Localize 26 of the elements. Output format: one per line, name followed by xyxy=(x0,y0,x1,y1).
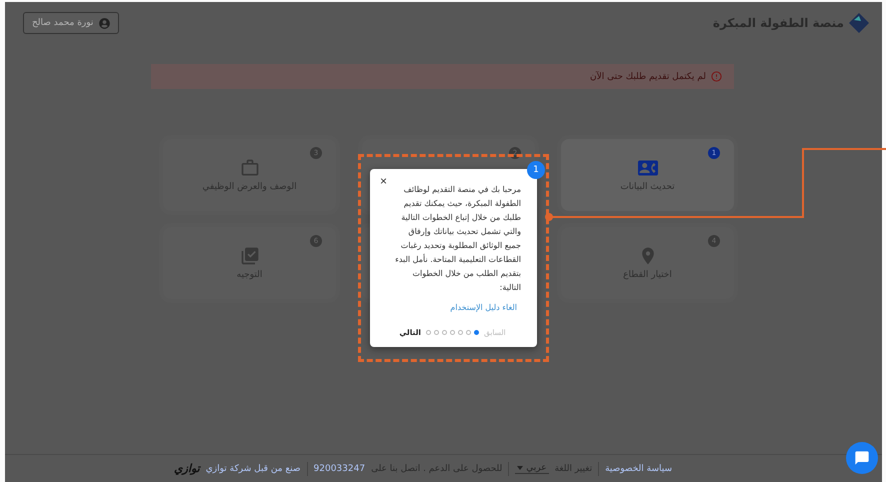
skip-guide-link[interactable]: الغاء دليل الإستخدام xyxy=(450,303,517,312)
step-dot[interactable] xyxy=(458,330,463,335)
step-dot[interactable] xyxy=(434,330,439,335)
privacy-link[interactable]: سياسة الخصوصية xyxy=(605,464,672,474)
contact-card-icon xyxy=(638,158,658,178)
step-dot[interactable] xyxy=(474,330,479,335)
user-icon xyxy=(99,18,110,28)
step-dot[interactable] xyxy=(466,330,471,335)
close-button[interactable]: × xyxy=(380,175,388,187)
alert-text: لم يكتمل تقديم طلبك حتى الآن xyxy=(590,72,706,82)
made-by-link[interactable]: صنع من قبل شركة توازي xyxy=(206,464,301,474)
brand-logo: توازي xyxy=(174,462,200,475)
alert-icon xyxy=(711,71,722,82)
checklist-icon xyxy=(240,246,260,266)
chat-button[interactable] xyxy=(846,442,878,474)
step-badge: 1 xyxy=(527,161,545,179)
tour-text: مرحبا بك في منصة التقديم لوظائف الطفولة المبكرة، حيث يمكنك تقديم طلبك من خلال إتباع الخطوات التالية والتي تشمل تحديث بياناتك وإرفاق جميع الوثائق المطلوبة وتحديد رغبات القطاعات التعليمية المتاحة. نأمل البدء بتقديم الطلب من خلال الخطوات التالية: xyxy=(394,184,521,294)
caret-icon xyxy=(517,466,524,470)
logo-icon xyxy=(848,12,870,34)
phone-link[interactable]: 920033247 xyxy=(314,464,366,474)
user-button[interactable]: نورة محمد صالح xyxy=(23,12,120,34)
step-dot[interactable] xyxy=(450,330,455,335)
briefcase-icon xyxy=(240,158,260,178)
step-dot[interactable] xyxy=(442,330,447,335)
step-dot[interactable] xyxy=(426,330,431,335)
chat-icon xyxy=(854,450,870,466)
